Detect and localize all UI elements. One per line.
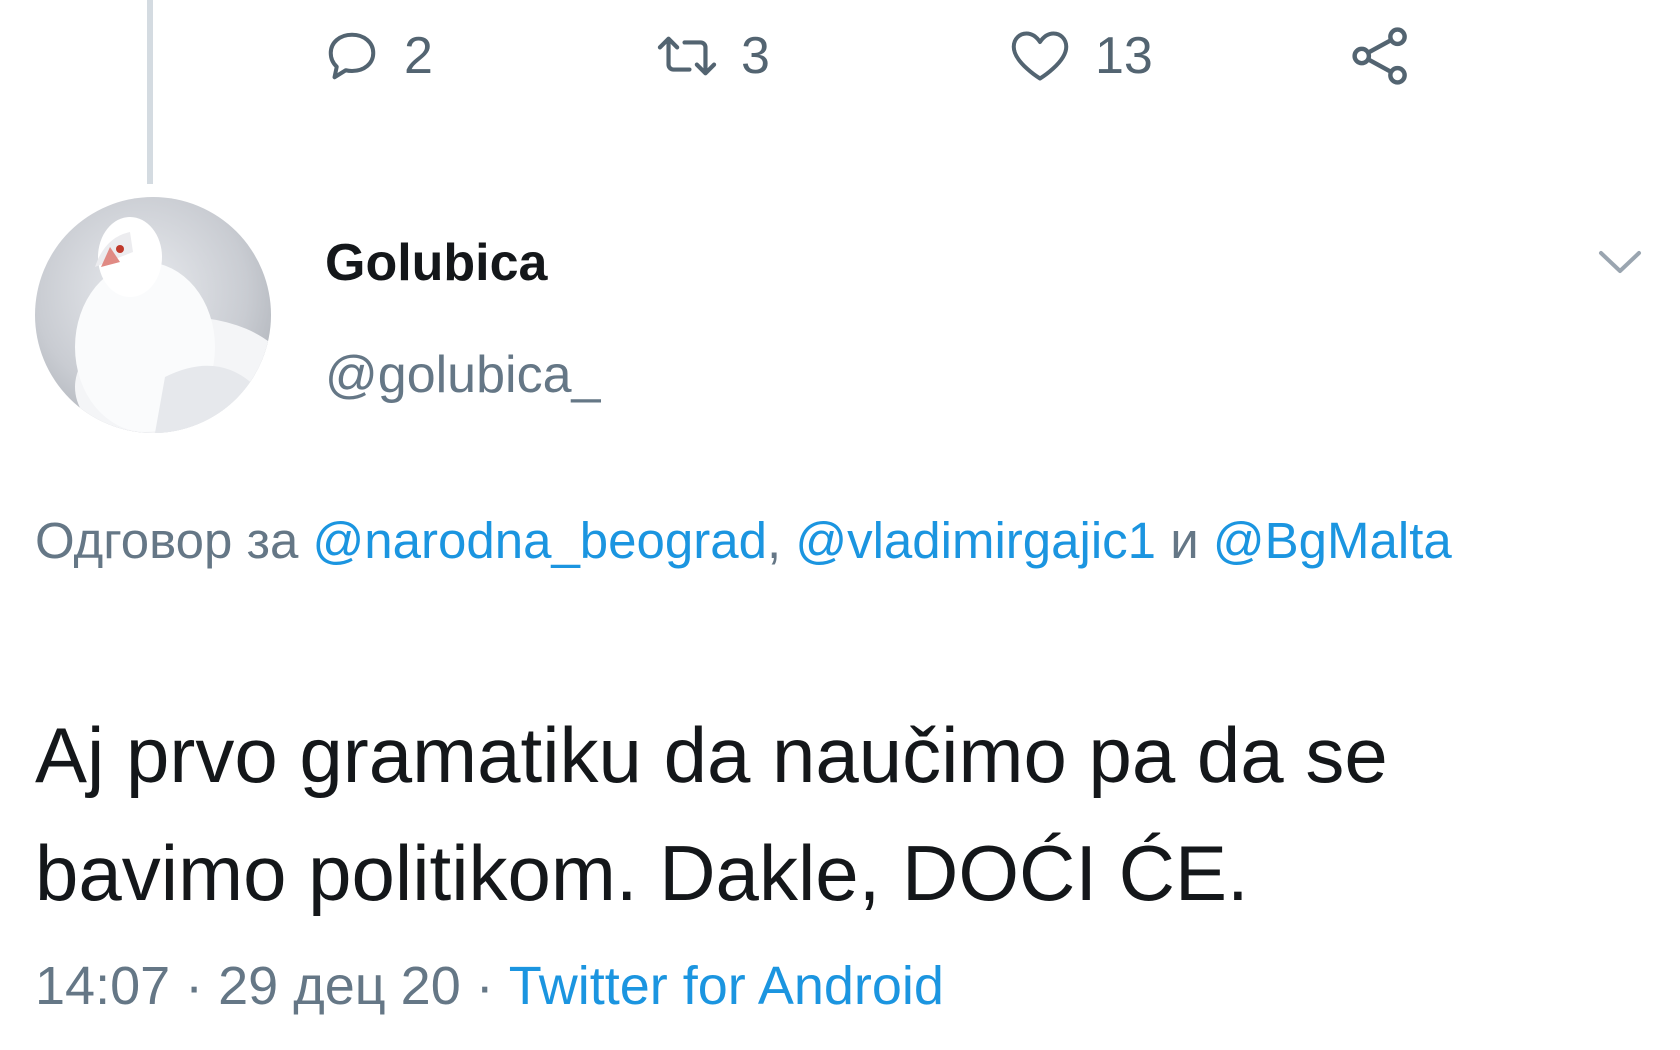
- reply-bubble-icon: [322, 26, 382, 86]
- reply-count: 2: [404, 27, 433, 85]
- meta-dot: ·: [170, 956, 219, 1016]
- display-name[interactable]: Golubica: [325, 233, 547, 293]
- reply-button[interactable]: 2: [322, 18, 433, 94]
- retweet-button[interactable]: 3: [655, 18, 770, 94]
- tweet-date[interactable]: 29 дец 20: [218, 956, 461, 1016]
- meta-dot: ·: [460, 956, 509, 1016]
- mention-separator: ,: [766, 512, 796, 569]
- like-button[interactable]: 13: [1007, 18, 1153, 94]
- replying-to-line: Одговор за @narodna_beograd, @vladimirga…: [35, 497, 1595, 585]
- retweet-count: 3: [741, 27, 770, 85]
- mention-link[interactable]: @BgMalta: [1213, 512, 1452, 569]
- thread-connector-line: [147, 0, 153, 184]
- like-count: 13: [1095, 27, 1153, 85]
- white-dove-avatar: [75, 217, 271, 433]
- share-icon: [1348, 23, 1414, 89]
- chevron-down-icon: [1599, 251, 1641, 273]
- mention-link[interactable]: @narodna_beograd: [313, 512, 767, 569]
- tweet-time[interactable]: 14:07: [35, 956, 170, 1016]
- tweet-text: Aj prvo gramatiku da naučimo pa da se ba…: [35, 711, 1388, 917]
- share-button[interactable]: [1348, 18, 1414, 94]
- tweet-menu-button[interactable]: [1595, 245, 1645, 279]
- mention-conjunction: и: [1156, 512, 1213, 569]
- replying-to-label: Одговор за: [35, 512, 313, 569]
- tweet-source-link[interactable]: Twitter for Android: [509, 956, 944, 1016]
- avatar[interactable]: [35, 197, 271, 433]
- user-handle[interactable]: @golubica_: [325, 345, 600, 405]
- retweet-icon: [655, 26, 719, 86]
- mention-link[interactable]: @vladimirgajic1: [795, 512, 1156, 569]
- tweet-metadata: 14:07 · 29 дец 20 · Twitter for Android: [35, 955, 944, 1017]
- tweet-detail-view: 2 3 13 Golubica @golubica_ Одговор за @n…: [0, 0, 1680, 1050]
- heart-icon: [1007, 26, 1073, 86]
